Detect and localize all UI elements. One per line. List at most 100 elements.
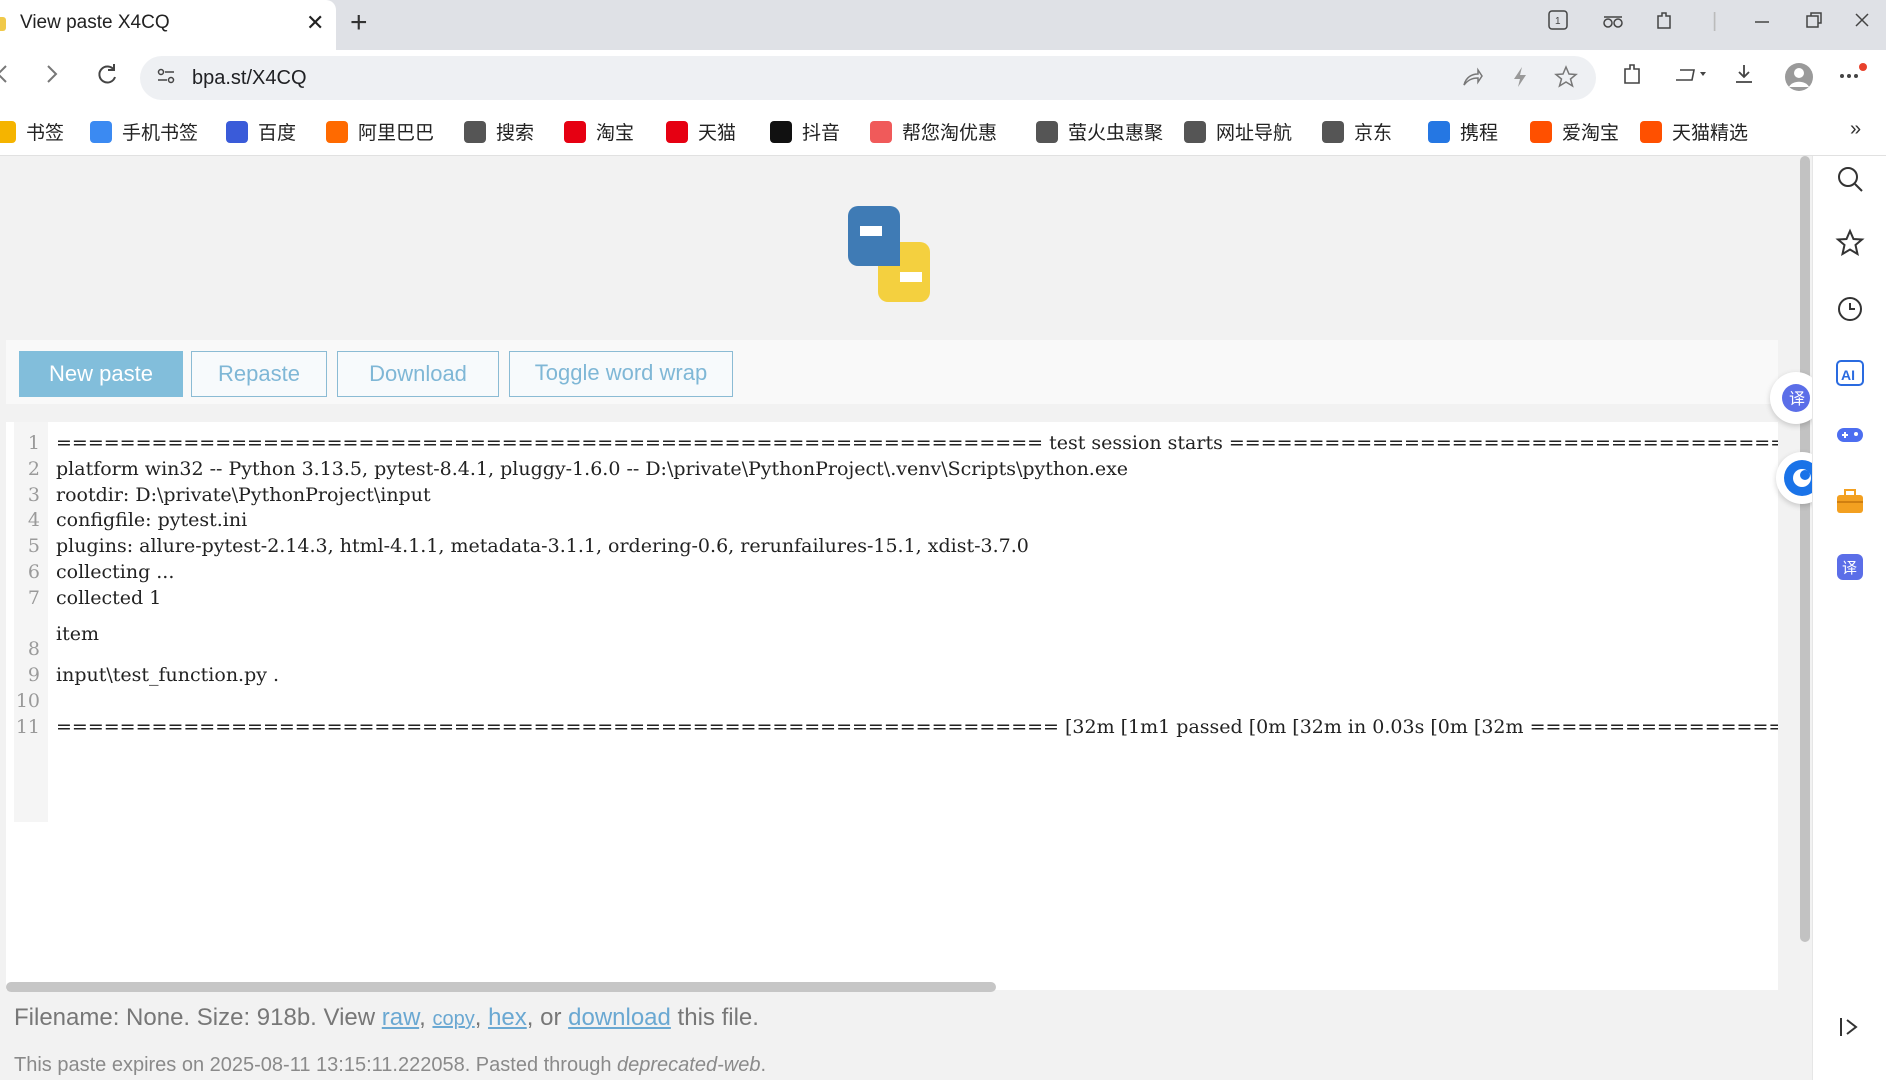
- bookmark-star-icon[interactable]: [1554, 65, 1578, 95]
- bookmark-favicon-icon: [564, 120, 586, 143]
- bookmark-label: 百度: [258, 123, 297, 144]
- bookmark-favicon-icon: [1530, 120, 1552, 143]
- bookmark-label: 抖音: [802, 123, 841, 144]
- right-sidebar: AI 译: [1812, 156, 1886, 1080]
- download-file-link[interactable]: download: [568, 1004, 671, 1031]
- bookmark-favicon-icon: [90, 120, 112, 143]
- bookmark-item[interactable]: 抖音: [770, 118, 840, 145]
- bookmark-item[interactable]: 淘宝: [564, 118, 634, 145]
- bookmark-label: 天猫精选: [1672, 123, 1749, 144]
- tab-title: View paste X4CQ: [20, 12, 170, 33]
- bookmark-favicon-icon: [0, 120, 16, 143]
- pasted-through-source: deprecated-web: [617, 1054, 761, 1076]
- bookmark-favicon-icon: [1184, 120, 1206, 143]
- svg-text:译: 译: [1842, 560, 1857, 577]
- line-number[interactable]: 11: [14, 711, 48, 743]
- translate-icon[interactable]: 译: [1833, 552, 1867, 586]
- view-copy-link[interactable]: copy: [432, 1008, 474, 1030]
- line-text: input\test_function.py .: [56, 664, 280, 687]
- bookmark-label: 携程: [1460, 123, 1499, 144]
- bookmark-item[interactable]: 天猫精选: [1640, 118, 1748, 145]
- svg-text:1: 1: [1555, 16, 1561, 27]
- incognito-icon[interactable]: [1602, 10, 1624, 36]
- game-controller-icon[interactable]: [1833, 420, 1867, 454]
- code-viewer[interactable]: 1 =======================================…: [6, 422, 1778, 990]
- view-hex-link[interactable]: hex: [488, 1004, 527, 1031]
- menu-more-icon[interactable]: [1838, 62, 1868, 93]
- bookmark-item[interactable]: 网址导航: [1184, 118, 1292, 145]
- bookmark-item[interactable]: 天猫: [666, 118, 736, 145]
- share-icon[interactable]: [1460, 65, 1484, 95]
- close-tab-icon[interactable]: ✕: [306, 10, 324, 36]
- download-icon[interactable]: [1732, 62, 1756, 93]
- lightning-icon[interactable]: [1510, 65, 1530, 95]
- address-bar[interactable]: bpa.st/X4CQ: [140, 56, 1596, 100]
- horizontal-scrollbar[interactable]: [6, 982, 996, 992]
- bookmark-label: 淘宝: [596, 123, 635, 144]
- bookmark-favicon-icon: [1322, 120, 1344, 143]
- page-viewport: New paste Repaste Download Toggle word w…: [0, 156, 1812, 1080]
- bookmark-item[interactable]: 爱淘宝: [1530, 118, 1619, 145]
- bookmark-item[interactable]: 帮您淘优惠: [870, 118, 997, 145]
- bookmark-label: 阿里巴巴: [358, 123, 435, 144]
- bookmark-item[interactable]: 搜索: [464, 118, 534, 145]
- search-icon[interactable]: [1833, 164, 1867, 198]
- reload-icon[interactable]: [94, 60, 120, 95]
- bookmark-favicon-icon: [464, 120, 486, 143]
- url-text[interactable]: bpa.st/X4CQ: [192, 67, 307, 90]
- history-clock-icon[interactable]: [1833, 294, 1867, 328]
- expiry-info: This paste expires on 2025-08-11 13:15:1…: [14, 1054, 767, 1076]
- favorites-star-icon[interactable]: [1833, 228, 1867, 262]
- bookmark-item[interactable]: 萤火虫惠聚: [1036, 118, 1163, 145]
- toolbar: bpa.st/X4CQ: [0, 50, 1886, 108]
- restore-icon[interactable]: [1804, 10, 1824, 36]
- new-tab-button[interactable]: +: [350, 6, 368, 40]
- tab-search-icon[interactable]: 1: [1548, 10, 1568, 36]
- bookmark-item[interactable]: 阿里巴巴: [326, 118, 434, 145]
- extensions-tab-icon[interactable]: [1654, 10, 1674, 36]
- svg-text:AI: AI: [1841, 367, 1855, 383]
- close-window-icon[interactable]: [1852, 10, 1872, 36]
- active-tab[interactable]: View paste X4CQ ✕: [0, 0, 336, 50]
- bookmark-favicon-icon: [1428, 120, 1450, 143]
- python-logo-icon: [848, 206, 930, 302]
- code-line: 11 ======================================…: [14, 711, 1778, 743]
- file-info: Filename: None. Size: 918b. View raw, co…: [14, 1004, 759, 1031]
- ai-assistant-icon[interactable]: AI: [1833, 358, 1867, 392]
- separator: |: [1712, 10, 1718, 32]
- bookmark-favicon-icon: [870, 120, 892, 143]
- toolbox-icon[interactable]: [1833, 486, 1867, 520]
- bookmark-item[interactable]: 百度: [226, 118, 296, 145]
- python-favicon-icon: [0, 17, 6, 31]
- minimize-icon[interactable]: [1752, 10, 1772, 36]
- bookmark-label: 搜索: [496, 123, 535, 144]
- bookmark-favicon-icon: [1036, 120, 1058, 143]
- vertical-scrollbar[interactable]: [1800, 156, 1810, 942]
- back-icon[interactable]: [0, 60, 14, 95]
- bookmark-favicon-icon: [226, 120, 248, 143]
- bookmark-item[interactable]: 手机书签: [90, 118, 198, 145]
- forward-icon[interactable]: [40, 60, 62, 95]
- line-text: plugins: allure-pytest-2.14.3, html-4.1.…: [56, 535, 1029, 558]
- toggle-word-wrap-button[interactable]: Toggle word wrap: [509, 351, 733, 397]
- site-info-icon[interactable]: [156, 66, 176, 92]
- download-button[interactable]: Download: [337, 351, 499, 397]
- more-bookmarks-icon[interactable]: »: [1850, 118, 1861, 141]
- profile-avatar-icon[interactable]: [1784, 62, 1814, 99]
- view-raw-link[interactable]: raw: [382, 1004, 419, 1031]
- bookmark-label: 书签: [26, 123, 65, 144]
- svg-text:译: 译: [1789, 390, 1805, 408]
- collections-icon[interactable]: [1672, 62, 1708, 93]
- bookmark-item[interactable]: 携程: [1428, 118, 1498, 145]
- bookmark-label: 爱淘宝: [1562, 123, 1620, 144]
- extensions-icon[interactable]: [1620, 62, 1644, 93]
- collapse-sidebar-icon[interactable]: [1833, 1012, 1867, 1046]
- bookmark-label: 手机书签: [122, 123, 199, 144]
- bookmark-item[interactable]: 京东: [1322, 118, 1392, 145]
- bookmarks-bar: 书签 手机书签 百度 阿里巴巴 搜索 淘宝 天猫 抖音 帮您淘优惠 萤火虫惠聚 网址导航 京东 携程 爱淘…: [0, 108, 1886, 156]
- bookmark-item[interactable]: 书签: [0, 118, 64, 145]
- repaste-button[interactable]: Repaste: [191, 351, 327, 397]
- new-paste-button[interactable]: New paste: [19, 351, 183, 397]
- paste-actions-bar: New paste Repaste Download Toggle word w…: [6, 340, 1778, 404]
- line-text: ========================================…: [56, 715, 1778, 738]
